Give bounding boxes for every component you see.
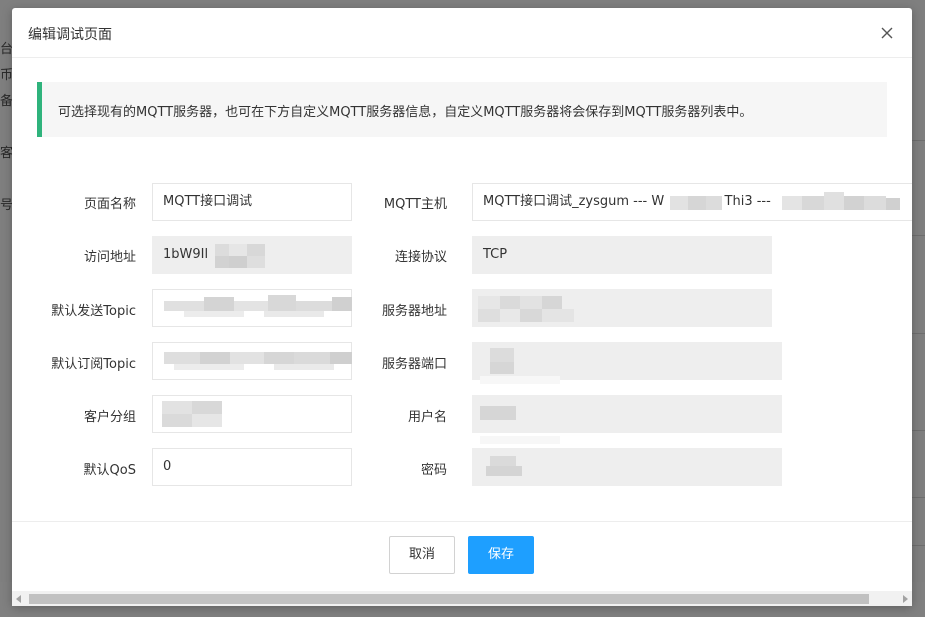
background-text-fragment: 台 [0,42,12,57]
dialog-title: 编辑调试页面 [28,27,112,43]
default-qos-label: 默认QoS [83,463,136,478]
edit-debug-dialog: 编辑调试页面 可选择现有的MQTT服务器，也可在下方自定义MQTT服务器信息，自… [12,8,912,606]
default-subscribe-topic-label: 默认订阅Topic [51,357,136,372]
cancel-button[interactable]: 取消 [389,536,455,574]
redacted-mosaic [480,348,560,384]
redacted-mosaic [480,406,560,444]
access-address-value: 1bW9Il [163,247,209,262]
mqtt-host-value: MQTT接口调试_zysgum --- W [483,194,665,209]
protocol-input: TCP [472,236,772,274]
username-label: 用户名 [407,410,447,425]
background-divider [912,497,925,498]
redacted-mosaic [478,296,574,322]
server-address-label: 服务器地址 [381,304,447,319]
redacted-mosaic [670,196,722,210]
background-divider [912,140,925,141]
dialog-header: 编辑调试页面 [12,8,912,58]
close-icon[interactable] [878,24,896,42]
scroll-left-arrow-icon[interactable] [16,595,21,603]
background-divider [912,333,925,334]
notice-text: 可选择现有的MQTT服务器，也可在下方自定义MQTT服务器信息，自定义MQTT服… [58,105,753,120]
background-divider [912,430,925,431]
page-name-label: 页面名称 [83,197,136,212]
background-text-fragment: 备 [0,94,12,109]
background-text-fragment: 客 [0,146,12,161]
dialog-footer-divider [12,521,912,522]
protocol-label: 连接协议 [394,250,447,265]
info-notice: 可选择现有的MQTT服务器，也可在下方自定义MQTT服务器信息，自定义MQTT服… [37,82,887,137]
client-group-label: 客户分组 [83,410,136,425]
redacted-mosaic [480,454,560,478]
mqtt-host-value-tail: Thi3 --- [724,194,771,209]
scroll-right-arrow-icon[interactable] [903,595,908,603]
background-text-fragment: 币 [0,68,12,83]
redacted-mosaic [215,244,265,268]
background-divider [912,235,925,236]
default-publish-topic-label: 默认发送Topic [51,304,136,319]
scrollbar-thumb[interactable] [29,594,869,604]
access-address-label: 访问地址 [83,250,136,265]
redacted-mosaic [782,192,900,214]
save-button[interactable]: 保存 [468,536,534,574]
background-divider [912,545,925,546]
redacted-mosaic [162,401,222,427]
mqtt-host-label: MQTT主机 [383,197,447,212]
server-port-label: 服务器端口 [381,357,447,372]
horizontal-scrollbar[interactable] [12,591,912,606]
password-label: 密码 [420,463,447,478]
